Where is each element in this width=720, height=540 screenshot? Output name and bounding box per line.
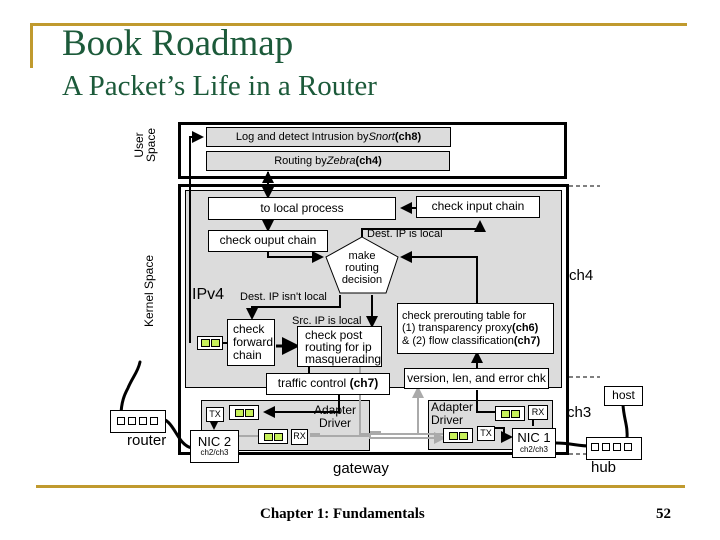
nic1-chapters: ch2/ch3 bbox=[519, 444, 549, 454]
nic1-box: NIC 1 ch2/ch3 bbox=[512, 428, 556, 458]
dest-ip-not-local-label: Dest. IP isn't local bbox=[240, 291, 327, 303]
prerouting-line3-text: & (2) flow classification bbox=[402, 334, 514, 347]
tx-queue-right bbox=[443, 428, 473, 443]
arrow-tx-to-nic1 bbox=[494, 427, 513, 443]
router-port-3 bbox=[139, 417, 147, 425]
nic2-name: NIC 2 bbox=[197, 433, 232, 449]
zebra-text: Routing by bbox=[274, 154, 327, 167]
tx-queue-left bbox=[229, 405, 259, 420]
footer-rule bbox=[36, 485, 685, 488]
gray-rx-to-txqueue bbox=[310, 432, 446, 444]
zebra-chapter: (ch4) bbox=[355, 154, 382, 167]
arrow-to-snort bbox=[189, 131, 204, 343]
prerouting-ch6: (ch6) bbox=[512, 322, 539, 335]
version-check-box: version, len, and error chk bbox=[404, 368, 549, 389]
to-local-process-box: to local process bbox=[208, 197, 396, 220]
tx-right: TX bbox=[477, 426, 495, 441]
nic2-box: NIC 2 ch2/ch3 bbox=[190, 430, 239, 463]
traffic-control-text: traffic control bbox=[277, 376, 347, 391]
gateway-label: gateway bbox=[333, 460, 389, 477]
check-post-routing-box: check post routing for ip masquerading bbox=[297, 326, 382, 367]
ch3-label: ch3 bbox=[567, 404, 592, 421]
page-number: 52 bbox=[656, 506, 671, 522]
check-input-chain-box: check input chain bbox=[416, 196, 540, 218]
snort-text: Log and detect Intrusion by bbox=[235, 130, 369, 143]
prerouting-ch7: (ch7) bbox=[513, 334, 541, 347]
nic1-name: NIC 1 bbox=[517, 430, 551, 446]
hub-port-3 bbox=[613, 443, 621, 451]
routing-decision-label: make routing decision bbox=[336, 250, 388, 286]
arrow-output-to-routing bbox=[267, 251, 324, 263]
prerouting-line2: (1) transparency proxy(ch6) bbox=[402, 322, 538, 334]
adapter-left-line2: Driver bbox=[319, 416, 352, 431]
adapter-right-line2: Driver bbox=[431, 413, 463, 428]
ch4-label: ch4 bbox=[569, 267, 594, 284]
snort-box: Log and detect Intrusion by Snort (ch8) bbox=[206, 127, 451, 147]
prerouting-line2-text: (1) transparency proxy bbox=[402, 322, 513, 335]
traffic-control-chapter: (ch7) bbox=[349, 376, 379, 391]
snort-chapter: (ch8) bbox=[394, 130, 422, 143]
rx-queue-left bbox=[258, 429, 288, 444]
hub-port-4 bbox=[624, 443, 632, 451]
check-output-chain-box: check ouput chain bbox=[208, 230, 328, 252]
routing-decision-line1: make bbox=[348, 250, 376, 262]
tx-left: TX bbox=[206, 407, 224, 422]
traffic-control-box: traffic control (ch7) bbox=[266, 373, 390, 395]
rx-left: RX bbox=[291, 429, 308, 445]
adapter-driver-right-label: Adapter Driver bbox=[431, 400, 473, 428]
cable-nic1-hub bbox=[554, 441, 592, 448]
gray-long-path bbox=[370, 431, 448, 435]
routing-decision-line3: decision bbox=[341, 274, 383, 287]
prerouting-line1: check prerouting table for bbox=[402, 310, 527, 323]
nic2-chapters: ch2/ch3 bbox=[200, 448, 229, 458]
snort-name: Snort bbox=[368, 130, 395, 143]
forward-line1: check bbox=[233, 321, 265, 336]
postrouting-line1: check post bbox=[305, 327, 363, 342]
router-port-1 bbox=[117, 417, 125, 425]
zebra-name: Zebra bbox=[326, 154, 356, 167]
check-forward-chain-box: check forward chain bbox=[227, 319, 275, 366]
prerouting-line3: & (2) flow classification(ch7) bbox=[402, 335, 540, 347]
dest-ip-local-label: Dest. IP is local bbox=[367, 228, 443, 240]
hub-label: hub bbox=[591, 459, 617, 476]
postrouting-line3: masquerading bbox=[305, 351, 382, 366]
router-port-2 bbox=[128, 417, 136, 425]
ipv4-label: IPv4 bbox=[192, 286, 225, 303]
rx-right: RX bbox=[528, 405, 548, 420]
cable-host-hub bbox=[621, 403, 629, 442]
cable-router-up bbox=[119, 360, 142, 418]
router-label: router bbox=[127, 432, 167, 449]
hub-port-1 bbox=[591, 443, 599, 451]
zebra-box: Routing by Zebra (ch4) bbox=[206, 151, 450, 171]
footer-chapter: Chapter 1: Fundamentals bbox=[260, 506, 425, 522]
hub-port-2 bbox=[602, 443, 610, 451]
router-port-4 bbox=[150, 417, 158, 425]
routing-decision-line2: routing bbox=[345, 262, 379, 275]
prerouting-box: check prerouting table for (1) transpare… bbox=[397, 303, 554, 354]
rx-queue-right bbox=[495, 406, 525, 421]
postrouting-line2: routing for ip bbox=[305, 339, 372, 354]
adapter-driver-left-label: Adapter Driver bbox=[314, 403, 356, 431]
forward-line3: chain bbox=[233, 348, 262, 363]
forward-queue bbox=[197, 336, 223, 350]
host-box: host bbox=[604, 386, 643, 406]
